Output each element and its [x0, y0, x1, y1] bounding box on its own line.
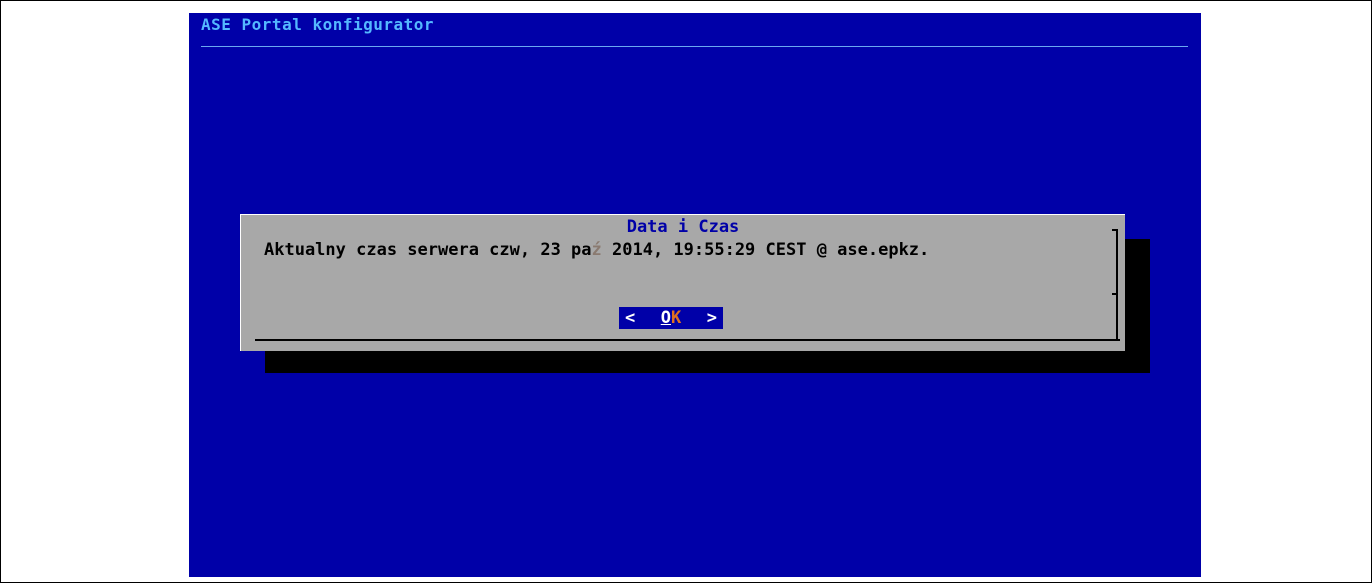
ok-button-label: OK — [661, 308, 682, 328]
button-right-arrow: > — [706, 308, 717, 328]
message-dialog: Data i Czas Aktualny czas serwera czw, 2… — [240, 214, 1125, 351]
dialog-message: Aktualny czas serwera czw, 23 paź 2014, … — [264, 240, 929, 260]
ok-hotkey-letter: O — [660, 308, 671, 328]
message-accent-char: ź — [591, 240, 602, 260]
dialog-separator-tick — [1112, 293, 1118, 295]
console-screen: ASE Portal konfigurator Data i Czas Aktu… — [189, 13, 1201, 577]
message-text-start: Aktualny czas serwera czw, 23 pa — [264, 240, 592, 260]
dialog-frame-bottom — [255, 339, 1120, 341]
message-text-end: 2014, 19:55:29 CEST @ ase.epkz. — [601, 240, 930, 260]
dialog-title: Data i Czas — [626, 217, 740, 237]
button-left-arrow: < — [625, 308, 636, 328]
dialog-frame-right — [1116, 229, 1118, 341]
ok-button[interactable]: < OK > — [619, 307, 723, 329]
backtitle: ASE Portal konfigurator — [201, 15, 435, 34]
ok-label-rest: K — [671, 308, 682, 328]
screenshot-page: ASE Portal konfigurator Data i Czas Aktu… — [0, 0, 1372, 583]
backtitle-divider — [201, 46, 1188, 47]
